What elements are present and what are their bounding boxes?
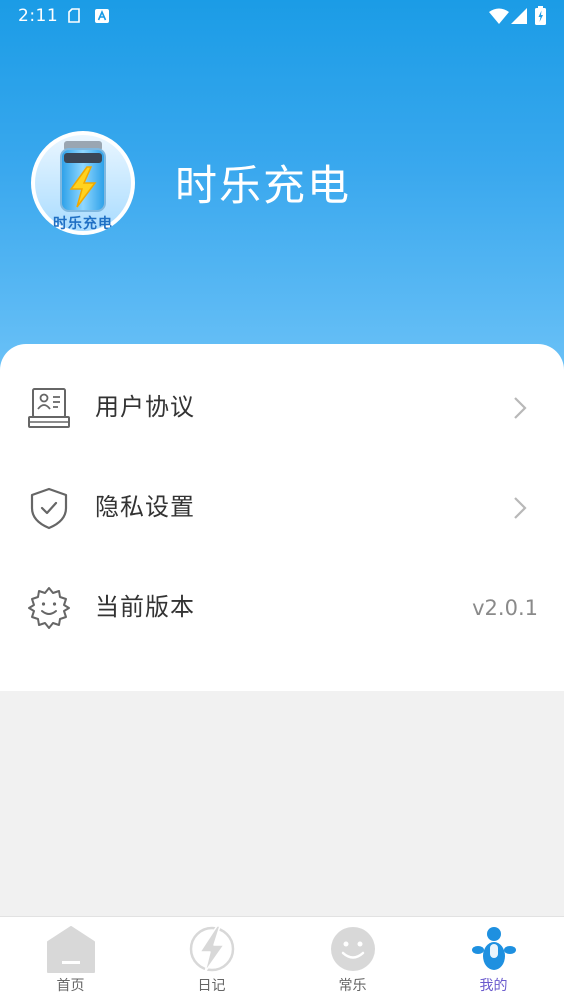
- wifi-icon: [489, 8, 509, 24]
- menu-item-label: 用户协议: [95, 393, 195, 421]
- menu-item-current-version: 当前版本 v2.0.1: [0, 558, 564, 658]
- tab-mine[interactable]: 我的: [423, 917, 564, 1005]
- tab-home[interactable]: 首页: [0, 917, 141, 1005]
- chevron-right-icon: [514, 397, 527, 419]
- tab-label: 常乐: [338, 978, 367, 994]
- status-time: 2:11: [18, 6, 59, 26]
- id-card-icon: [28, 388, 70, 428]
- shield-check-icon: [30, 487, 68, 530]
- tab-label: 首页: [56, 978, 85, 994]
- home-icon: [47, 926, 95, 973]
- tab-label: 我的: [479, 978, 508, 994]
- menu-item-label: 隐私设置: [95, 493, 195, 521]
- clipboard-icon: [68, 8, 80, 23]
- lightning-icon: [189, 925, 235, 973]
- smiley-icon: [331, 927, 375, 971]
- version-value: v2.0.1: [472, 596, 538, 620]
- menu-item-privacy-settings[interactable]: 隐私设置: [0, 458, 564, 558]
- avatar[interactable]: 时乐充电: [31, 131, 135, 235]
- tab-label: 日记: [197, 978, 226, 994]
- tab-diary[interactable]: 日记: [141, 917, 282, 1005]
- battery-charging-icon: [535, 6, 546, 25]
- signal-icon: [511, 8, 527, 24]
- person-icon: [472, 927, 516, 970]
- bottom-tab-bar: 首页 日记 常乐 我的: [0, 916, 564, 1005]
- a-icon: [95, 9, 109, 23]
- menu-item-user-agreement[interactable]: 用户协议: [0, 358, 564, 458]
- app-name: 时乐充电: [175, 161, 352, 210]
- menu-item-label: 当前版本: [95, 593, 195, 621]
- avatar-text: 时乐充电: [53, 216, 113, 232]
- chevron-right-icon: [514, 497, 527, 519]
- status-bar: 2:11: [0, 0, 564, 32]
- tab-changle[interactable]: 常乐: [282, 917, 423, 1005]
- menu-card: 用户协议 隐私设置 当前版本 v2.0.1: [0, 344, 564, 691]
- gear-smile-icon: [28, 587, 70, 629]
